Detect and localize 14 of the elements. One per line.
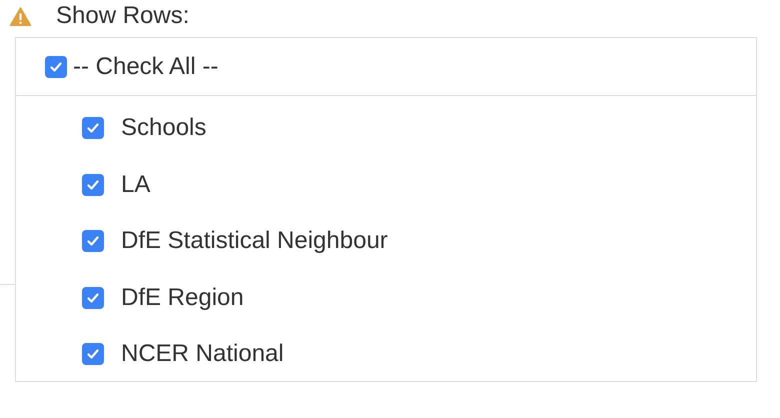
row-option[interactable]: Schools (16, 100, 756, 156)
checkbox[interactable] (82, 174, 104, 196)
checkbox[interactable] (82, 230, 104, 252)
row-option[interactable]: DfE Region (16, 270, 756, 326)
checkbox[interactable] (45, 56, 67, 78)
checkbox[interactable] (82, 117, 104, 140)
checkbox[interactable] (82, 286, 104, 309)
row-option[interactable]: NCER National (16, 326, 756, 382)
show-rows-label: Show Rows: (56, 2, 190, 30)
check-all-option[interactable]: -- Check All -- (16, 38, 756, 96)
checkbox[interactable] (82, 343, 104, 366)
row-option[interactable]: LA (16, 156, 756, 213)
row-option[interactable]: DfE Statistical Neighbour (16, 213, 756, 270)
warning-icon (10, 7, 31, 26)
